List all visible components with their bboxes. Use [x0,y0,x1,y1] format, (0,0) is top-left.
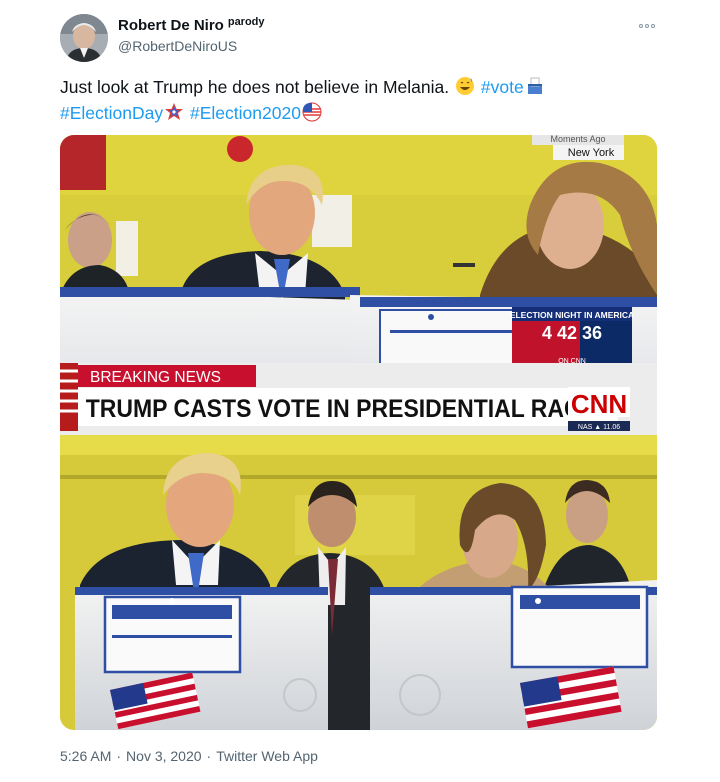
tweet-text: Just look at Trump he does not believe i… [60,74,660,126]
hashtag-electionday[interactable]: #ElectionDay [60,103,163,123]
tweet-source[interactable]: Twitter Web App [216,748,318,764]
tweet-sentence: Just look at Trump he does not believe i… [60,77,450,97]
hashtag-election2020[interactable]: #Election2020 [190,103,301,123]
author-name-row[interactable]: Robert De Niro parody [118,16,265,36]
location-text: New York [568,147,615,159]
tweet-time[interactable]: 5:26 AM [60,748,111,764]
more-dots-icon[interactable] [639,21,661,31]
tweet-text-line: #ElectionDay #Election2020 [60,100,660,126]
flag-star-emoji [165,103,184,120]
meta-separator: · [206,748,212,764]
tweet-card: Robert De Niro parody @RobertDeNiroUS Ju… [0,0,720,782]
meta-separator: · [116,748,122,764]
dot [651,24,655,28]
headline-text: TRUMP CASTS VOTE IN PRESIDENTIAL RACE [86,395,596,423]
tweet-text-line: Just look at Trump he does not believe i… [60,74,660,100]
tweet-media-image[interactable]: Moments Ago New York ELECTION NIGHT IN A… [60,135,657,730]
cnn-logo: CNN [571,389,627,419]
ticker-text: NAS ▲ 11.06 [578,424,620,431]
flag-ball-emoji [302,102,322,122]
dot [645,24,649,28]
election-night-bug: ELECTION NIGHT IN AMERICA 4 42 36 ON CNN [510,307,634,367]
parody-badge: parody [227,16,265,28]
ballot-box-emoji [527,77,542,94]
breaking-news-chyron: BREAKING NEWS TRUMP CASTS VOTE IN PRESID… [60,363,657,435]
avatar[interactable] [60,14,108,62]
author-handle[interactable]: @RobertDeNiroUS [118,38,237,54]
election-bug-title: ELECTION NIGHT IN AMERICA [510,310,634,320]
election-bug-clock: 4 42 36 [542,323,602,343]
moments-ago-text: Moments Ago [550,135,605,144]
breaking-news-label: BREAKING NEWS [90,369,221,386]
grinning-sweat-emoji [456,77,474,95]
author-display-name[interactable]: Robert De Niro [118,16,224,36]
dot [639,24,643,28]
hashtag-vote[interactable]: #vote [481,77,524,97]
tweet-meta: 5:26 AM · Nov 3, 2020 · Twitter Web App [60,748,318,764]
tweet-date[interactable]: Nov 3, 2020 [126,748,202,764]
bottom-photo [60,435,657,730]
